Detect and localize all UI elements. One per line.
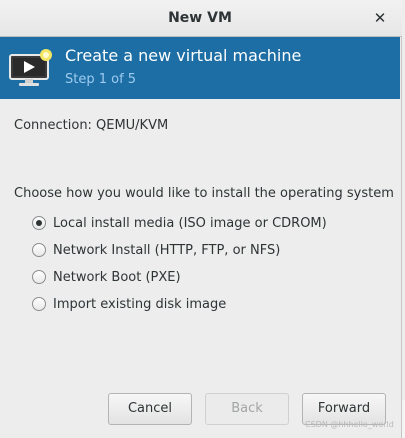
back-button[interactable]: Back [205,393,289,425]
option-label[interactable]: Network Install (HTTP, FTP, or NFS) [53,243,280,258]
radio-button[interactable] [32,270,46,284]
wizard-title: Create a new virtual machine [65,46,302,65]
wizard-step-indicator: Step 1 of 5 [65,72,137,87]
monitor-play-icon [9,49,52,86]
connection-value: QEMU/KVM [96,118,169,133]
option-label[interactable]: Network Boot (PXE) [53,270,181,285]
radio-button-checked[interactable] [32,216,46,230]
option-network-install[interactable]: Network Install (HTTP, FTP, or NFS) [32,240,280,260]
option-label[interactable]: Local install media (ISO image or CDROM) [53,216,327,231]
watermark-text: CSDN @hhhello_world [305,420,394,429]
radio-button[interactable] [32,243,46,257]
close-icon[interactable]: ✕ [371,9,389,27]
connection-label: Connection: [14,118,92,133]
radio-button[interactable] [32,297,46,311]
window-title: New VM [168,10,232,26]
title-bar[interactable]: New VM ✕ [0,0,402,37]
new-vm-dialog: New VM ✕ Create a new virtual machine St… [0,0,402,438]
option-label[interactable]: Import existing disk image [53,297,226,312]
option-import-disk-image[interactable]: Import existing disk image [32,294,226,314]
install-method-prompt: Choose how you would like to install the… [14,186,394,201]
option-network-boot[interactable]: Network Boot (PXE) [32,267,181,287]
cancel-button[interactable]: Cancel [108,393,192,425]
option-local-install-media[interactable]: Local install media (ISO image or CDROM) [32,213,327,233]
wizard-header-banner: Create a new virtual machine Step 1 of 5 [0,37,400,99]
